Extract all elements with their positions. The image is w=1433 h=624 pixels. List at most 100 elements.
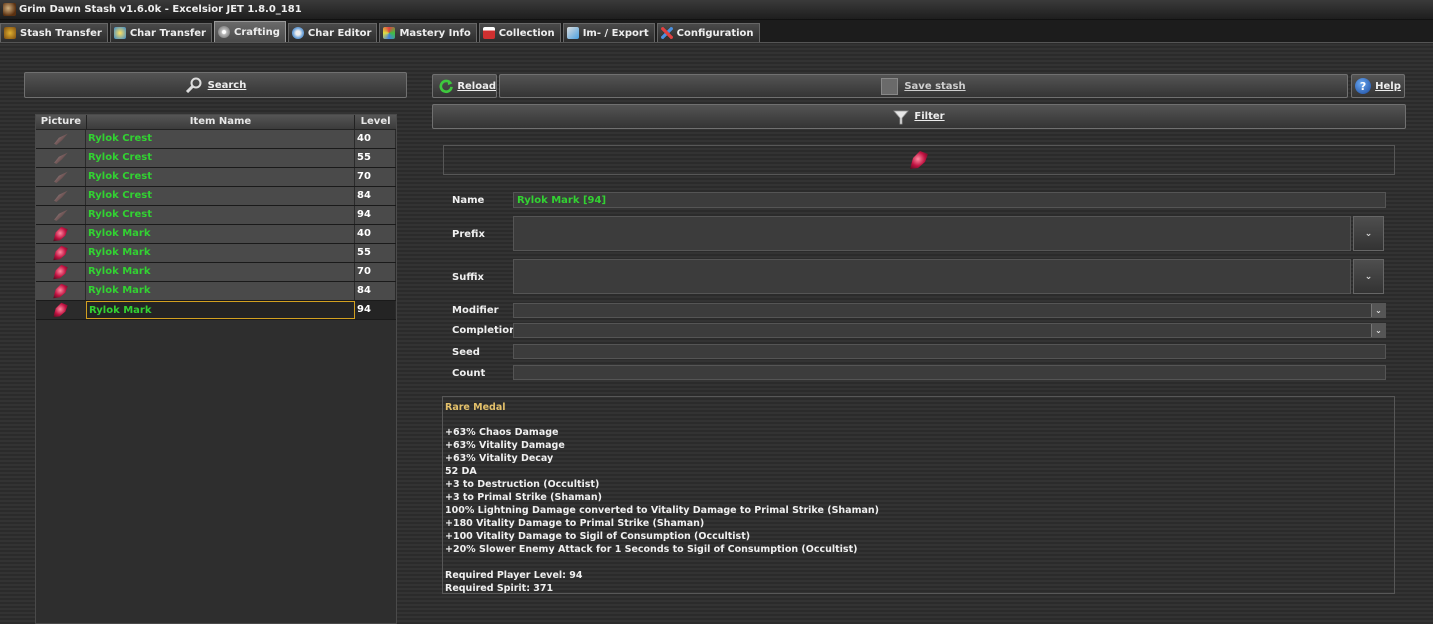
rylok-mark-icon <box>53 245 68 261</box>
rylok-mark-icon <box>910 151 928 169</box>
tab-char-editor[interactable]: Char Editor <box>287 23 378 42</box>
modifier-label: Modifier <box>452 305 499 316</box>
item-rarity: Rare Medal <box>445 402 506 413</box>
tools-icon <box>660 27 673 39</box>
item-name-cell: Rylok Crest <box>86 168 355 186</box>
item-name-cell: Rylok Mark <box>86 225 355 243</box>
item-name-cell: Rylok Crest <box>86 130 355 148</box>
item-stat: +3 to Primal Strike (Shaman) <box>445 492 602 503</box>
required-level: Required Player Level: 94 <box>445 570 583 581</box>
seed-input[interactable] <box>513 344 1386 359</box>
rylok-crest-icon <box>54 133 68 145</box>
tab-char-transfer[interactable]: Char Transfer <box>109 23 212 42</box>
rylok-mark-icon <box>53 226 68 242</box>
table-row[interactable]: Rylok Crest 84 <box>36 187 396 206</box>
item-level-cell: 40 <box>355 225 396 243</box>
chevron-down-icon[interactable]: ⌄ <box>1371 304 1385 317</box>
rylok-crest-icon <box>54 190 68 202</box>
help-button[interactable]: ? Help <box>1351 74 1405 98</box>
count-label: Count <box>452 368 486 379</box>
item-stat: +63% Vitality Decay <box>445 453 554 464</box>
prefix-dropdown-button[interactable]: ⌄ <box>1353 216 1384 251</box>
item-name-cell: Rylok Mark <box>86 301 355 319</box>
suffix-label: Suffix <box>452 272 484 283</box>
prefix-select[interactable] <box>513 216 1351 251</box>
rylok-crest-icon <box>54 209 68 221</box>
stash-icon <box>4 27 16 39</box>
table-row[interactable]: Rylok Crest 94 <box>36 206 396 225</box>
name-label: Name <box>452 195 485 206</box>
required-spirit: Required Spirit: 371 <box>445 583 554 594</box>
item-description-panel: Rare Medal +63% Chaos Damage +63% Vitali… <box>442 396 1395 594</box>
import-export-icon <box>566 27 579 39</box>
item-name-cell: Rylok Crest <box>86 187 355 205</box>
item-table: Picture Item Name Level Rylok Crest 40 R… <box>35 114 397 624</box>
rylok-crest-icon <box>54 152 68 164</box>
item-stat: +100 Vitality Damage to Sigil of Consump… <box>445 531 751 542</box>
item-picture-panel <box>443 145 1395 175</box>
tab-import-export[interactable]: Im- / Export <box>562 23 655 42</box>
save-icon <box>881 77 899 95</box>
item-name-cell: Rylok Mark <box>86 244 355 262</box>
prefix-label: Prefix <box>452 229 485 240</box>
chevron-down-icon: ⌄ <box>1364 228 1373 239</box>
column-header-item-name[interactable]: Item Name <box>87 115 356 129</box>
item-level-cell: 94 <box>355 206 396 224</box>
suffix-dropdown-button[interactable]: ⌄ <box>1353 259 1384 294</box>
item-stat: 100% Lightning Damage converted to Vital… <box>445 505 879 516</box>
tab-configuration[interactable]: Configuration <box>656 23 760 42</box>
item-level-cell: 40 <box>355 130 396 148</box>
window-title: Grim Dawn Stash v1.6.0k - Excelsior JET … <box>19 4 302 15</box>
item-stat: +3 to Destruction (Occultist) <box>445 479 600 490</box>
char-editor-icon <box>291 27 304 39</box>
item-stat: +20% Slower Enemy Attack for 1 Seconds t… <box>445 544 858 555</box>
window-titlebar: Grim Dawn Stash v1.6.0k - Excelsior JET … <box>0 0 1433 20</box>
item-stat: 52 DA <box>445 466 477 477</box>
save-stash-button[interactable]: Save stash <box>499 74 1348 98</box>
filter-icon <box>893 110 910 124</box>
table-row[interactable]: Rylok Mark 40 <box>36 225 396 244</box>
table-row[interactable]: Rylok Mark 70 <box>36 263 396 282</box>
rylok-crest-icon <box>54 171 68 183</box>
table-row[interactable]: Rylok Mark 84 <box>36 282 396 301</box>
item-level-cell: 84 <box>355 282 396 300</box>
item-level-cell: 84 <box>355 187 396 205</box>
char-transfer-icon <box>113 27 126 39</box>
tab-crafting[interactable]: Crafting <box>214 21 286 42</box>
search-button[interactable]: Search <box>24 72 407 98</box>
filter-button[interactable]: Filter <box>432 104 1406 129</box>
name-field[interactable]: Rylok Mark [94] <box>513 192 1386 208</box>
table-row[interactable]: Rylok Mark 55 <box>36 244 396 263</box>
table-row[interactable]: Rylok Crest 70 <box>36 168 396 187</box>
completion-label: Completion <box>452 325 517 336</box>
table-row[interactable]: Rylok Crest 55 <box>36 149 396 168</box>
tab-stash-transfer[interactable]: Stash Transfer <box>0 23 108 42</box>
gear-icon <box>218 26 230 38</box>
collection-icon <box>482 27 495 39</box>
suffix-select[interactable] <box>513 259 1351 294</box>
modifier-combo[interactable]: ⌄ <box>513 303 1386 318</box>
item-name-cell: Rylok Crest <box>86 149 355 167</box>
chevron-down-icon[interactable]: ⌄ <box>1371 324 1385 337</box>
item-level-cell: 55 <box>355 149 396 167</box>
column-header-level[interactable]: Level <box>355 115 396 129</box>
reload-button[interactable]: Reload <box>432 74 497 98</box>
item-stat: +63% Vitality Damage <box>445 440 565 451</box>
seed-label: Seed <box>452 347 480 358</box>
table-row[interactable]: Rylok Crest 40 <box>36 130 396 149</box>
item-stat: +63% Chaos Damage <box>445 427 559 438</box>
item-level-cell: 70 <box>355 263 396 281</box>
tab-mastery-info[interactable]: Mastery Info <box>379 23 477 42</box>
table-row-selected[interactable]: Rylok Mark 94 <box>36 301 396 320</box>
chevron-down-icon: ⌄ <box>1364 271 1373 282</box>
tab-collection[interactable]: Collection <box>478 23 561 42</box>
app-icon <box>3 3 16 16</box>
mastery-icon <box>383 27 396 39</box>
count-input[interactable] <box>513 365 1386 380</box>
column-header-picture[interactable]: Picture <box>36 115 87 129</box>
rylok-mark-icon <box>53 264 68 280</box>
completion-combo[interactable]: ⌄ <box>513 323 1386 338</box>
main-tabs: Stash Transfer Char Transfer Crafting Ch… <box>0 20 1433 43</box>
reload-icon <box>439 79 453 94</box>
item-name-cell: Rylok Crest <box>86 206 355 224</box>
